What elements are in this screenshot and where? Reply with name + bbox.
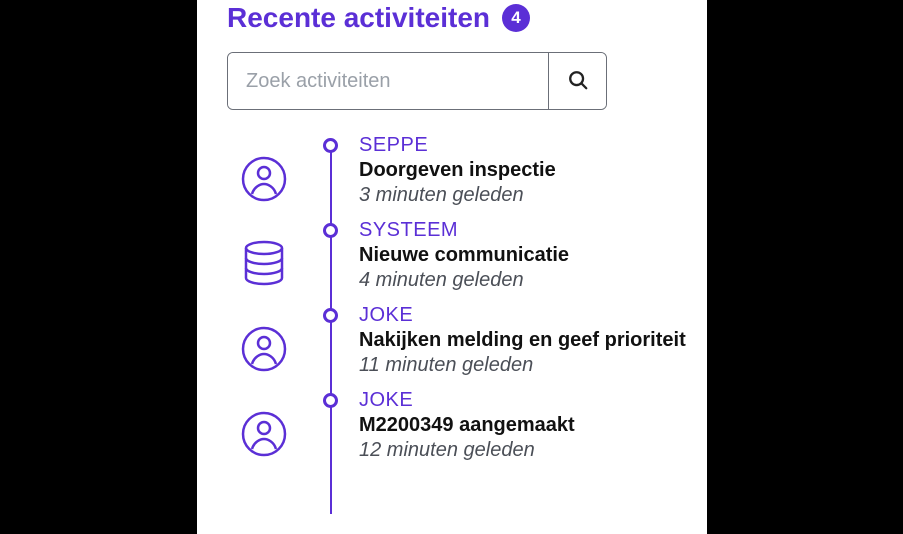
search-icon (567, 69, 589, 94)
activity-timeline: SEPPE Doorgeven inspectie 3 minuten gele… (227, 134, 689, 474)
activity-description: Nakijken melding en geef prioriteit (359, 329, 689, 352)
person-icon (241, 411, 287, 457)
activity-time: 3 minuten geleden (359, 184, 689, 207)
timeline-dot (323, 308, 338, 323)
database-icon (241, 241, 287, 287)
activity-time: 12 minuten geleden (359, 439, 689, 462)
activity-time: 4 minuten geleden (359, 269, 689, 292)
timeline-line (330, 144, 332, 514)
panel-title: Recente activiteiten (227, 2, 490, 34)
search-bar (227, 52, 607, 110)
panel-header: Recente activiteiten 4 (227, 0, 689, 52)
activity-item: JOKE M2200349 aangemaakt 12 minuten gele… (337, 389, 689, 474)
activity-user: JOKE (359, 389, 689, 412)
timeline-dot (323, 138, 338, 153)
activity-time: 11 minuten geleden (359, 354, 689, 377)
activity-panel: Recente activiteiten 4 S (197, 0, 707, 534)
person-icon (241, 156, 287, 202)
activity-description: M2200349 aangemaakt (359, 414, 689, 437)
activity-description: Nieuwe communicatie (359, 244, 689, 267)
activity-item: JOKE Nakijken melding en geef prioriteit… (337, 304, 689, 389)
activity-description: Doorgeven inspectie (359, 159, 689, 182)
person-icon (241, 326, 287, 372)
activity-count-badge: 4 (502, 4, 530, 32)
activity-item: SEPPE Doorgeven inspectie 3 minuten gele… (337, 134, 689, 219)
activity-item: SYSTEEM Nieuwe communicatie 4 minuten ge… (337, 219, 689, 304)
activity-user: JOKE (359, 304, 689, 327)
search-input[interactable] (228, 53, 548, 109)
activity-user: SEPPE (359, 134, 689, 157)
activity-user: SYSTEEM (359, 219, 689, 242)
timeline-dot (323, 223, 338, 238)
search-button[interactable] (548, 53, 606, 109)
timeline-dot (323, 393, 338, 408)
